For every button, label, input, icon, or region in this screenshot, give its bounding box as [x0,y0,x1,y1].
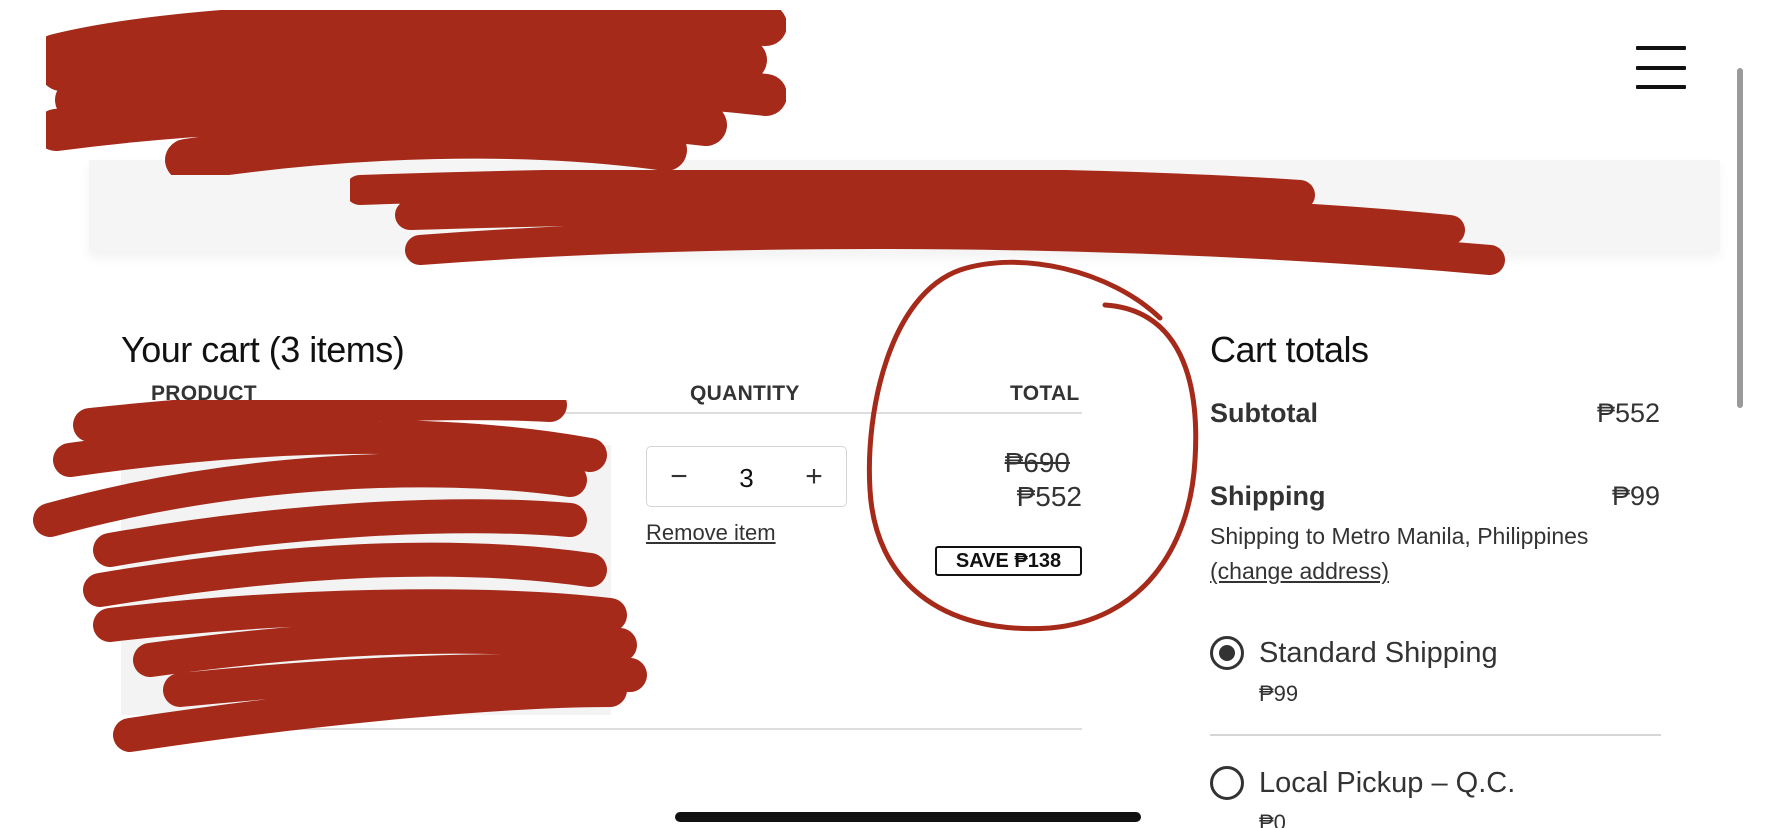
change-address-link[interactable]: (change address) [1210,558,1389,585]
remove-item-link[interactable]: Remove item [646,520,776,546]
local-pickup-label[interactable]: Local Pickup – Q.C. [1259,767,1515,800]
standard-shipping-radio[interactable] [1210,636,1244,670]
increase-quantity-button[interactable]: + [792,455,836,499]
menu-bar [1636,66,1686,70]
shipping-label: Shipping [1210,481,1326,511]
subtotal-value: ₱552 [1596,398,1660,428]
local-pickup-price: ₱0 [1259,810,1286,828]
hamburger-menu-icon[interactable] [1636,46,1688,90]
column-header-quantity: QUANTITY [690,382,800,405]
subtotal-label: Subtotal [1210,398,1318,428]
annotation-circle [866,259,1199,632]
cart-totals-title: Cart totals [1210,329,1369,370]
redaction-scribble [33,400,647,752]
menu-bar [1636,85,1686,89]
shipping-destination: Shipping to Metro Manila, Philippines [1210,523,1589,549]
home-indicator[interactable] [675,812,1141,822]
shipping-value: ₱99 [1611,481,1660,511]
redaction-scribble [46,10,786,175]
cart-title: Your cart (3 items) [121,329,405,370]
scrollbar[interactable] [1737,68,1743,408]
standard-shipping-label[interactable]: Standard Shipping [1259,637,1498,670]
local-pickup-radio[interactable] [1210,766,1244,800]
menu-bar [1636,46,1686,50]
quantity-stepper: − 3 + [646,446,847,507]
divider [1210,734,1661,736]
standard-shipping-price: ₱99 [1259,681,1299,706]
